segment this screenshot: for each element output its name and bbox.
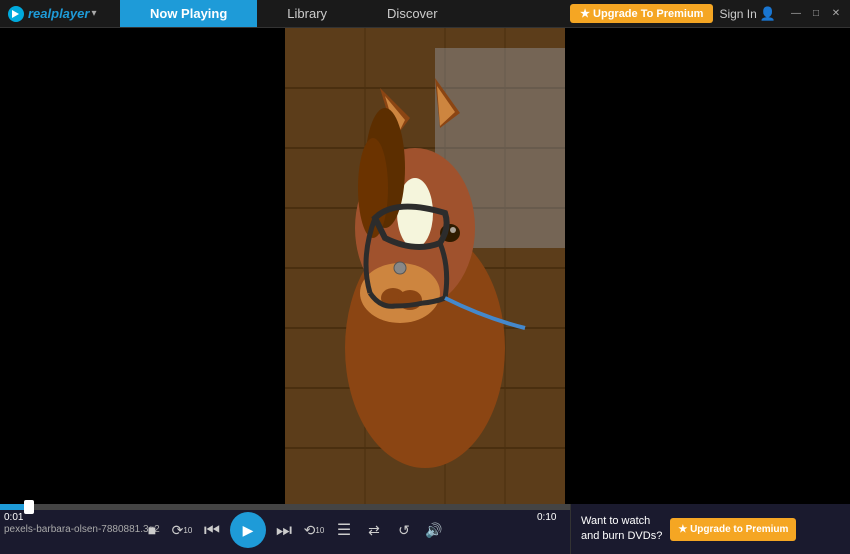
video-frame[interactable] bbox=[285, 28, 565, 504]
cta-panel: Want to watchand burn DVDs? ★ Upgrade to… bbox=[570, 504, 850, 554]
shuffle-button[interactable]: ⇄ bbox=[362, 518, 386, 542]
sign-in-label: Sign In bbox=[719, 7, 756, 21]
upgrade-to-premium-cta-button[interactable]: ★ Upgrade to Premium bbox=[670, 518, 796, 541]
minimize-button[interactable]: — bbox=[788, 6, 804, 22]
close-button[interactable]: ✕ bbox=[828, 6, 844, 22]
next-button[interactable]: ⏭ bbox=[272, 518, 296, 542]
tab-library[interactable]: Library bbox=[257, 0, 357, 27]
controls-bar: 0:01 0:10 pexels-barbara-olsen-7880881.3… bbox=[0, 504, 850, 554]
playback-controls: ■ ⟳10 ⏮ ▶ ⏭ ⟲10 ☰ ⇄ ↺ 🔊 bbox=[140, 512, 446, 548]
logo-area[interactable]: realplayer ▾ bbox=[0, 6, 120, 22]
user-icon: 👤 bbox=[760, 6, 776, 22]
play-pause-button[interactable]: ▶ bbox=[230, 512, 266, 548]
repeat-button[interactable]: ↺ bbox=[392, 518, 416, 542]
titlebar: realplayer ▾ Now Playing Library Discove… bbox=[0, 0, 850, 28]
stop-button[interactable]: ■ bbox=[140, 518, 164, 542]
time-total: 0:10 bbox=[537, 512, 556, 523]
black-sidebar-left bbox=[0, 28, 285, 504]
horse-video-svg bbox=[285, 28, 565, 504]
prev-button[interactable]: ⏮ bbox=[200, 518, 224, 542]
black-sidebar-right bbox=[565, 28, 850, 504]
playlist-button[interactable]: ☰ bbox=[332, 518, 356, 542]
upgrade-to-premium-button[interactable]: ★ Upgrade To Premium bbox=[570, 4, 713, 23]
volume-button[interactable]: 🔊 bbox=[422, 518, 446, 542]
realplayer-logo-icon bbox=[8, 6, 24, 22]
rewind10-button[interactable]: ⟳10 bbox=[170, 518, 194, 542]
logo-text: realplayer bbox=[28, 6, 89, 21]
maximize-button[interactable]: □ bbox=[808, 6, 824, 22]
header-right: ★ Upgrade To Premium Sign In 👤 — □ ✕ bbox=[564, 4, 850, 23]
cta-text: Want to watchand burn DVDs? bbox=[581, 514, 662, 545]
tab-discover[interactable]: Discover bbox=[357, 0, 468, 27]
progress-bar-container[interactable] bbox=[0, 504, 570, 510]
tab-now-playing[interactable]: Now Playing bbox=[120, 0, 257, 27]
progress-thumb bbox=[24, 500, 34, 514]
logo-dropdown-icon[interactable]: ▾ bbox=[91, 8, 96, 19]
forward10-button[interactable]: ⟲10 bbox=[302, 518, 326, 542]
time-current: 0:01 bbox=[4, 512, 23, 523]
window-controls: — □ ✕ bbox=[788, 6, 844, 22]
video-area bbox=[0, 28, 850, 504]
nav-tabs: Now Playing Library Discover bbox=[120, 0, 564, 27]
filename-label: pexels-barbara-olsen-7880881.3g2 bbox=[4, 524, 160, 535]
sign-in-button[interactable]: Sign In 👤 bbox=[719, 6, 776, 22]
